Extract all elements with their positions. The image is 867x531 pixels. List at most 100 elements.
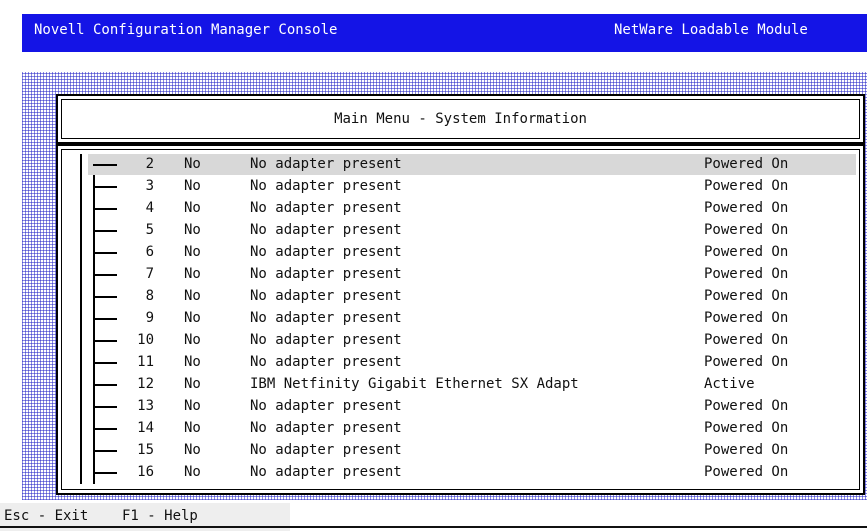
slot-flag: No (184, 398, 201, 414)
slot-number: 8 (145, 288, 154, 304)
slot-status: Powered On (704, 266, 789, 282)
adapter-name: No adapter present (250, 332, 402, 348)
slot-number: 3 (145, 178, 154, 194)
adapter-name: No adapter present (250, 442, 402, 458)
adapter-name: No adapter present (250, 464, 402, 480)
table-row[interactable]: 15 No No adapter present Powered On (58, 440, 863, 462)
tree-branch-icon (93, 428, 117, 430)
slot-status: Powered On (704, 398, 789, 414)
slot-status: Powered On (704, 442, 789, 458)
table-row[interactable]: 16 No No adapter present Powered On (58, 462, 863, 484)
slot-status: Powered On (704, 156, 789, 172)
tree-branch-icon (93, 406, 117, 408)
module-type-label: NetWare Loadable Module (614, 22, 808, 38)
table-row[interactable]: 2 No No adapter present Powered On (58, 154, 863, 176)
tree-branch-icon (93, 274, 117, 276)
slot-number: 4 (145, 200, 154, 216)
dialog-header: Main Menu - System Information (56, 94, 865, 144)
adapter-name: No adapter present (250, 398, 402, 414)
background-gap (22, 52, 867, 72)
tree-branch-icon (93, 164, 117, 166)
slot-number: 2 (145, 156, 154, 172)
slot-number: 6 (145, 244, 154, 260)
tree-branch-icon (93, 318, 117, 320)
slot-status: Active (704, 376, 755, 392)
adapter-name: No adapter present (250, 244, 402, 260)
slot-status: Powered On (704, 178, 789, 194)
slot-flag: No (184, 442, 201, 458)
tree-branch-icon (93, 252, 117, 254)
slot-number: 5 (145, 222, 154, 238)
slot-flag: No (184, 178, 201, 194)
slot-flag: No (184, 310, 201, 326)
tree-branch-icon (93, 472, 117, 474)
tree-branch-icon (93, 340, 117, 342)
slot-list: 2 No No adapter present Powered On 3 No No ada… (58, 154, 863, 484)
tree-branch-icon (93, 208, 117, 210)
adapter-name: No adapter present (250, 266, 402, 282)
slot-status: Powered On (704, 244, 789, 260)
tree-branch-icon (93, 230, 117, 232)
slot-flag: No (184, 288, 201, 304)
slot-flag: No (184, 332, 201, 348)
slot-number: 11 (137, 354, 154, 370)
tree-branch-icon (93, 384, 117, 386)
adapter-name: No adapter present (250, 310, 402, 326)
adapter-name: No adapter present (250, 288, 402, 304)
table-row[interactable]: 7 No No adapter present Powered On (58, 264, 863, 286)
slot-flag: No (184, 354, 201, 370)
tree-branch-icon (93, 450, 117, 452)
slot-number: 10 (137, 332, 154, 348)
slot-flag: No (184, 244, 201, 260)
adapter-name: IBM Netfinity Gigabit Ethernet SX Adapt (250, 376, 579, 392)
slot-status: Powered On (704, 200, 789, 216)
slot-flag: No (184, 222, 201, 238)
tree-branch-icon (93, 362, 117, 364)
slot-status: Powered On (704, 288, 789, 304)
adapter-name: No adapter present (250, 222, 402, 238)
app-title: Novell Configuration Manager Console (34, 22, 338, 38)
table-row[interactable]: 9 No No adapter present Powered On (58, 308, 863, 330)
table-row[interactable]: 5 No No adapter present Powered On (58, 220, 863, 242)
slot-flag: No (184, 200, 201, 216)
table-row[interactable]: 3 No No adapter present Powered On (58, 176, 863, 198)
dialog-title: Main Menu - System Information (334, 111, 587, 127)
slot-number: 16 (137, 464, 154, 480)
slot-list-panel[interactable]: 2 No No adapter present Powered On 3 No No ada… (56, 144, 865, 495)
slot-number: 13 (137, 398, 154, 414)
adapter-name: No adapter present (250, 178, 402, 194)
slot-flag: No (184, 156, 201, 172)
table-row[interactable]: 12 No IBM Netfinity Gigabit Ethernet SX Ad… (58, 374, 863, 396)
slot-status: Powered On (704, 464, 789, 480)
status-divider (0, 526, 867, 528)
table-row[interactable]: 13 No No adapter present Powered On (58, 396, 863, 418)
slot-status: Powered On (704, 332, 789, 348)
key-help-text: Esc - Exit F1 - Help (4, 508, 198, 524)
adapter-name: No adapter present (250, 200, 402, 216)
slot-flag: No (184, 376, 201, 392)
table-row[interactable]: 8 No No adapter present Powered On (58, 286, 863, 308)
slot-flag: No (184, 266, 201, 282)
adapter-name: No adapter present (250, 420, 402, 436)
slot-number: 15 (137, 442, 154, 458)
adapter-name: No adapter present (250, 354, 402, 370)
slot-number: 14 (137, 420, 154, 436)
slot-flag: No (184, 420, 201, 436)
table-row[interactable]: 11 No No adapter present Powered On (58, 352, 863, 374)
slot-status: Powered On (704, 354, 789, 370)
adapter-name: No adapter present (250, 156, 402, 172)
tree-branch-icon (93, 296, 117, 298)
slot-number: 12 (137, 376, 154, 392)
slot-number: 7 (145, 266, 154, 282)
slot-status: Powered On (704, 420, 789, 436)
slot-flag: No (184, 464, 201, 480)
slot-status: Powered On (704, 222, 789, 238)
table-row[interactable]: 14 No No adapter present Powered On (58, 418, 863, 440)
title-bar: Novell Configuration Manager Console Net… (22, 14, 867, 52)
table-row[interactable]: 4 No No adapter present Powered On (58, 198, 863, 220)
slot-status: Powered On (704, 310, 789, 326)
table-row[interactable]: 6 No No adapter present Powered On (58, 242, 863, 264)
slot-number: 9 (145, 310, 154, 326)
tree-branch-icon (93, 186, 117, 188)
table-row[interactable]: 10 No No adapter present Powered On (58, 330, 863, 352)
